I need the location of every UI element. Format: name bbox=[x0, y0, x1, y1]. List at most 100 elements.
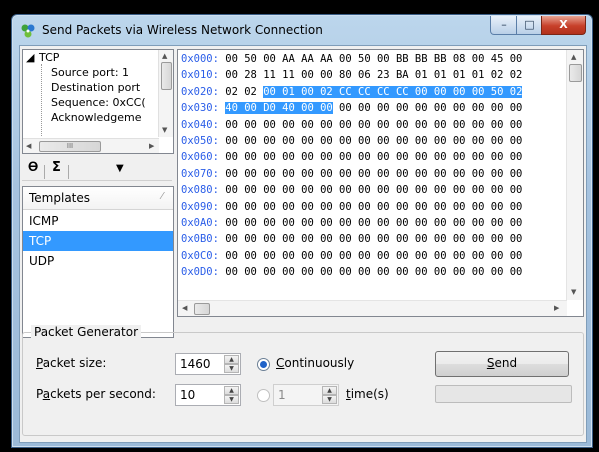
hex-address: 0x040: bbox=[181, 118, 219, 131]
hex-bytes[interactable]: 00 00 00 00 00 00 00 00 00 00 00 00 00 0… bbox=[219, 266, 522, 278]
scroll-down-icon[interactable]: ▼ bbox=[571, 288, 576, 296]
template-label: UDP bbox=[29, 254, 55, 268]
title-bar[interactable]: Send Packets via Wireless Network Connec… bbox=[12, 15, 592, 45]
spin-down-icon[interactable]: ▼ bbox=[224, 364, 239, 373]
template-item-udp[interactable]: UDP bbox=[23, 251, 173, 271]
tree-expand-icon[interactable]: ◢ bbox=[26, 51, 34, 64]
hex-line[interactable]: 0x0D0: 00 00 00 00 00 00 00 00 00 00 00 … bbox=[181, 264, 522, 280]
tree-horizontal-scrollbar[interactable]: ◀ III ▶ bbox=[23, 138, 159, 153]
send-button[interactable]: Send bbox=[435, 351, 569, 377]
hex-line[interactable]: 0x0C0: 00 00 00 00 00 00 00 00 00 00 00 … bbox=[181, 248, 522, 264]
scroll-up-icon[interactable]: ▲ bbox=[571, 53, 576, 61]
hex-line[interactable]: 0x090: 00 00 00 00 00 00 00 00 00 00 00 … bbox=[181, 199, 522, 215]
tree-vscroll-thumb[interactable] bbox=[161, 62, 172, 90]
spin-up-icon[interactable]: ▲ bbox=[224, 386, 239, 395]
scroll-down-icon[interactable]: ▼ bbox=[162, 126, 167, 134]
chevron-down-icon[interactable]: ▼ bbox=[116, 163, 124, 174]
toolbar-separator bbox=[68, 165, 69, 179]
hex-line[interactable]: 0x060: 00 00 00 00 00 00 00 00 00 00 00 … bbox=[181, 149, 522, 165]
funnel-icon[interactable]: 𝚹 bbox=[28, 160, 38, 175]
packet-size-value[interactable]: 1460 bbox=[180, 357, 211, 371]
hex-line[interactable]: 0x000: 00 50 00 AA AA AA 00 50 00 BB BB … bbox=[181, 51, 522, 67]
hex-line[interactable]: 0x070: 00 00 00 00 00 00 00 00 00 00 00 … bbox=[181, 166, 522, 182]
hex-bytes[interactable]: 00 00 00 00 00 00 00 00 00 00 00 00 00 0… bbox=[219, 250, 522, 262]
hex-address: 0x000: bbox=[181, 53, 219, 65]
hex-vertical-scrollbar[interactable]: ▲ ▼ bbox=[566, 50, 583, 300]
tree-item-destination-port[interactable]: Destination port bbox=[51, 81, 140, 94]
hex-address: 0x060: bbox=[181, 151, 219, 164]
hex-horizontal-scrollbar[interactable]: ◀ ▶ bbox=[178, 300, 567, 316]
tree-root-tcp[interactable]: TCP bbox=[39, 51, 59, 64]
hex-line[interactable]: 0x020: 02 02 00 01 00 02 CC CC CC CC 00 … bbox=[181, 84, 523, 100]
hex-address: 0x090: bbox=[181, 200, 219, 213]
hex-address: 0x050: bbox=[181, 135, 219, 147]
hex-bytes[interactable]: 02 02 bbox=[219, 86, 263, 98]
hex-bytes[interactable]: 00 00 00 00 00 00 00 00 00 00 00 00 00 0… bbox=[219, 135, 522, 147]
hex-line[interactable]: 0x050: 00 00 00 00 00 00 00 00 00 00 00 … bbox=[181, 133, 522, 149]
hex-line[interactable]: 0x040: 00 00 00 00 00 00 00 00 00 00 00 … bbox=[181, 117, 522, 133]
times-spinner[interactable]: 1 ▲ ▼ bbox=[273, 384, 339, 406]
hex-bytes[interactable]: 00 00 00 00 00 00 00 00 00 00 00 00 00 0… bbox=[219, 233, 522, 245]
network-adapter-icon bbox=[21, 24, 35, 38]
packets-per-second-label: Packets per second: bbox=[36, 387, 156, 401]
continuously-label[interactable]: Continuously bbox=[276, 356, 354, 370]
hex-bytes[interactable]: 00 00 00 00 00 00 00 00 00 00 00 00 00 0… bbox=[219, 217, 522, 229]
packet-size-spinner[interactable]: 1460 ▲ ▼ bbox=[175, 353, 241, 375]
hex-line[interactable]: 0x010: 00 28 11 11 00 00 80 06 23 BA 01 … bbox=[181, 67, 522, 83]
scroll-left-icon[interactable]: ◀ bbox=[182, 304, 187, 312]
protocol-tree[interactable]: ◢ TCP Source port: 1 Destination port Se… bbox=[22, 49, 174, 154]
hex-editor[interactable]: 0x000: 00 50 00 AA AA AA 00 50 00 BB BB … bbox=[177, 49, 584, 317]
template-item-tcp[interactable]: TCP bbox=[23, 231, 173, 251]
packets-per-second-spinner[interactable]: 10 ▲ ▼ bbox=[175, 384, 241, 406]
scroll-up-icon[interactable]: ▲ bbox=[162, 52, 167, 60]
hex-line[interactable]: 0x0A0: 00 00 00 00 00 00 00 00 00 00 00 … bbox=[181, 215, 522, 231]
send-progress-bar bbox=[435, 385, 572, 403]
maximize-button[interactable]: □ bbox=[516, 16, 543, 35]
spin-down-icon[interactable]: ▼ bbox=[322, 395, 337, 404]
hex-bytes[interactable]: 00 00 00 00 00 00 00 00 00 00 bbox=[333, 102, 522, 114]
scroll-right-icon[interactable]: ▶ bbox=[554, 304, 559, 312]
packets-per-second-value[interactable]: 10 bbox=[180, 388, 195, 402]
sort-icon: ⁄ bbox=[161, 191, 163, 202]
hex-bytes[interactable]: 00 00 00 00 00 00 00 00 00 00 00 00 00 0… bbox=[219, 184, 522, 196]
tree-item-acknowledgement[interactable]: Acknowledgeme bbox=[51, 111, 142, 124]
hex-bytes[interactable]: 00 50 00 AA AA AA 00 50 00 BB BB BB 08 0… bbox=[219, 53, 522, 65]
sigma-icon[interactable]: Σ bbox=[52, 160, 61, 175]
hex-bytes[interactable]: 00 00 00 00 00 00 00 00 00 00 00 00 00 0… bbox=[219, 119, 522, 131]
tree-hscroll-thumb[interactable]: III bbox=[39, 141, 101, 152]
template-toolbar: 𝚹 Σ ▼ bbox=[22, 156, 172, 181]
hex-selected-bytes[interactable]: 40 00 D0 40 00 00 bbox=[225, 102, 333, 115]
hex-address: 0x0A0: bbox=[181, 217, 219, 229]
hex-address: 0x0C0: bbox=[181, 249, 219, 262]
templates-header-label: Templates bbox=[29, 191, 91, 205]
spin-up-icon[interactable]: ▲ bbox=[322, 386, 337, 395]
hex-bytes[interactable]: 00 00 00 00 00 00 00 00 00 00 00 00 00 0… bbox=[219, 168, 522, 180]
tree-vertical-scrollbar[interactable]: ▲ ▼ bbox=[158, 50, 173, 137]
hex-vscroll-thumb[interactable] bbox=[569, 64, 582, 82]
spin-up-icon[interactable]: ▲ bbox=[224, 355, 239, 364]
template-item-icmp[interactable]: ICMP bbox=[23, 211, 173, 231]
hex-bytes[interactable]: 00 00 00 00 00 00 00 00 00 00 00 00 00 0… bbox=[219, 151, 522, 163]
close-button[interactable]: X bbox=[541, 16, 586, 35]
hex-line[interactable]: 0x0B0: 00 00 00 00 00 00 00 00 00 00 00 … bbox=[181, 231, 522, 247]
scroll-left-icon[interactable]: ◀ bbox=[26, 142, 31, 150]
templates-list[interactable]: Templates ⁄ ICMP TCP UDP bbox=[22, 186, 174, 338]
times-label: time(s) bbox=[346, 387, 389, 401]
hex-address: 0x070: bbox=[181, 167, 219, 180]
continuously-radio[interactable] bbox=[257, 358, 270, 371]
window-client-area: ◢ TCP Source port: 1 Destination port Se… bbox=[19, 45, 587, 443]
minimize-button[interactable]: – bbox=[490, 16, 518, 35]
spin-down-icon[interactable]: ▼ bbox=[224, 395, 239, 404]
times-value[interactable]: 1 bbox=[278, 388, 286, 402]
hex-bytes[interactable]: 00 28 11 11 00 00 80 06 23 BA 01 01 01 0… bbox=[219, 69, 522, 81]
tree-item-sequence[interactable]: Sequence: 0xCC( bbox=[51, 96, 146, 109]
templates-column-header[interactable]: Templates ⁄ bbox=[23, 187, 173, 210]
hex-bytes[interactable]: 00 00 00 00 00 00 00 00 00 00 00 00 00 0… bbox=[219, 201, 522, 213]
tree-item-source-port[interactable]: Source port: 1 bbox=[51, 66, 129, 79]
hex-hscroll-thumb[interactable] bbox=[194, 303, 210, 315]
scroll-right-icon[interactable]: ▶ bbox=[149, 142, 154, 150]
hex-selected-bytes[interactable]: 00 01 00 02 CC CC CC CC 00 00 00 00 50 0… bbox=[263, 85, 523, 98]
hex-line[interactable]: 0x030: 40 00 D0 40 00 00 00 00 00 00 00 … bbox=[181, 100, 522, 116]
times-radio[interactable] bbox=[257, 389, 270, 402]
hex-line[interactable]: 0x080: 00 00 00 00 00 00 00 00 00 00 00 … bbox=[181, 182, 522, 198]
